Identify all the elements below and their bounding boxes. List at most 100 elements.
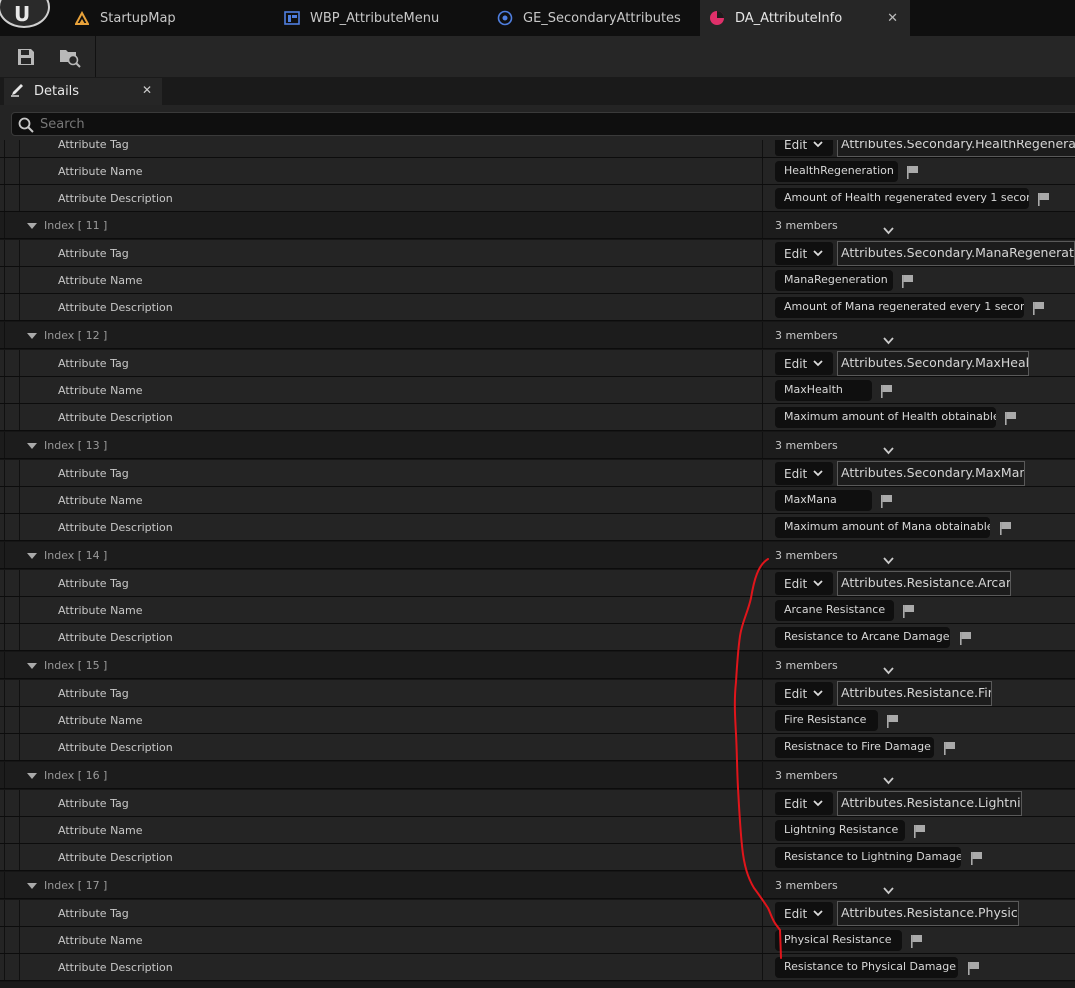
localization-flag-icon[interactable]	[999, 520, 1012, 539]
expand-triangle-icon[interactable]	[27, 883, 37, 889]
attribute-name-input[interactable]: HealthRegeneration	[775, 161, 898, 182]
property-row-attribute-tag: Attribute Tag Edit Attributes.Secondary.…	[0, 350, 1075, 377]
attribute-name-input[interactable]: ManaRegeneration	[775, 270, 893, 291]
attribute-description-input[interactable]: Resistnace to Fire Damage	[775, 737, 934, 758]
tab-startup-map[interactable]: StartupMap	[60, 0, 275, 36]
localization-flag-icon[interactable]	[943, 740, 956, 759]
chevron-down-icon[interactable]	[883, 770, 894, 789]
chevron-down-icon	[813, 580, 823, 587]
localization-flag-icon[interactable]	[1032, 300, 1045, 319]
array-index-label: Index [ 11 ]	[44, 219, 108, 232]
property-label: Attribute Name	[58, 274, 143, 287]
edit-tag-button[interactable]: Edit	[775, 242, 833, 265]
search-input[interactable]	[11, 112, 1075, 136]
localization-flag-icon[interactable]	[910, 933, 923, 952]
gameplay-tag-value[interactable]: Attributes.Resistance.Lightning	[837, 791, 1022, 816]
localization-flag-icon[interactable]	[967, 960, 980, 979]
save-icon[interactable]	[12, 44, 40, 70]
array-element-header[interactable]: Index [ 16 ] 3 members	[0, 762, 1075, 789]
edit-tag-button[interactable]: Edit	[775, 682, 833, 705]
attribute-description-input[interactable]: Amount of Mana regenerated every 1 secon…	[775, 297, 1024, 318]
localization-flag-icon[interactable]	[880, 383, 893, 402]
asset-toolbar	[0, 36, 1075, 77]
gameplay-tag-value[interactable]: Attributes.Secondary.HealthRegeneration	[837, 140, 1075, 157]
expand-triangle-icon[interactable]	[27, 553, 37, 559]
array-element-header[interactable]: Index [ 11 ] 3 members	[0, 212, 1075, 239]
tab-da-attribute-info[interactable]: DA_AttributeInfo ✕	[700, 0, 910, 36]
tab-wbp-attribute-menu[interactable]: WBP_AttributeMenu	[272, 0, 487, 36]
details-tab[interactable]: Details ✕	[4, 78, 162, 105]
chevron-down-icon	[813, 141, 823, 148]
tab-ge-secondary-attributes[interactable]: GE_SecondaryAttributes	[485, 0, 700, 36]
property-row-attribute-description: Attribute Description Amount of Mana reg…	[0, 294, 1075, 321]
chevron-down-icon	[813, 470, 823, 477]
expand-triangle-icon[interactable]	[27, 443, 37, 449]
edit-tag-button[interactable]: Edit	[775, 352, 833, 375]
attribute-description-input[interactable]: Resistance to Arcane Damage	[775, 627, 950, 648]
attribute-name-input[interactable]: Fire Resistance	[775, 710, 878, 731]
chevron-down-icon[interactable]	[883, 550, 894, 569]
expand-triangle-icon[interactable]	[27, 223, 37, 229]
property-row-attribute-tag: Attribute Tag Edit Attributes.Resistance…	[0, 790, 1075, 817]
edit-tag-button[interactable]: Edit	[775, 140, 833, 156]
edit-tag-button[interactable]: Edit	[775, 572, 833, 595]
localization-flag-icon[interactable]	[886, 713, 899, 732]
chevron-down-icon[interactable]	[883, 440, 894, 459]
attribute-name-input[interactable]: MaxMana	[775, 490, 872, 511]
gameplay-tag-value[interactable]: Attributes.Resistance.Physical	[837, 901, 1019, 926]
localization-flag-icon[interactable]	[902, 603, 915, 622]
edit-label: Edit	[784, 246, 808, 261]
browse-asset-icon[interactable]	[56, 44, 84, 70]
property-label: Attribute Name	[58, 714, 143, 727]
gameplay-tag-value[interactable]: Attributes.Secondary.ManaRegeneration	[837, 241, 1075, 266]
attribute-name-input[interactable]: Physical Resistance	[775, 930, 902, 951]
gameplay-tag-value[interactable]: Attributes.Resistance.Fire	[837, 681, 992, 706]
array-index-label: Index [ 14 ]	[44, 549, 108, 562]
close-tab-icon[interactable]: ✕	[887, 11, 898, 26]
pencil-icon	[10, 83, 26, 101]
expand-triangle-icon[interactable]	[27, 663, 37, 669]
attribute-description-input[interactable]: Resistance to Lightning Damage	[775, 847, 961, 868]
chevron-down-icon[interactable]	[883, 880, 894, 899]
array-element-header[interactable]: Index [ 12 ] 3 members	[0, 322, 1075, 349]
chevron-down-icon	[813, 360, 823, 367]
edit-tag-button[interactable]: Edit	[775, 792, 833, 815]
unreal-engine-logo-icon[interactable]: U	[0, 0, 50, 28]
localization-flag-icon[interactable]	[970, 850, 983, 869]
array-element-header[interactable]: Index [ 14 ] 3 members	[0, 542, 1075, 569]
localization-flag-icon[interactable]	[913, 823, 926, 842]
edit-label: Edit	[784, 796, 808, 811]
chevron-down-icon	[813, 910, 823, 917]
property-label: Attribute Tag	[58, 797, 129, 810]
attribute-name-input[interactable]: Arcane Resistance	[775, 600, 894, 621]
array-element-header[interactable]: Index [ 15 ] 3 members	[0, 652, 1075, 679]
chevron-down-icon[interactable]	[883, 220, 894, 239]
localization-flag-icon[interactable]	[901, 273, 914, 292]
gameplay-tag-value[interactable]: Attributes.Secondary.MaxMana	[837, 461, 1025, 486]
details-search-bar	[0, 105, 1075, 140]
gameplay-tag-value[interactable]: Attributes.Resistance.Arcane	[837, 571, 1011, 596]
chevron-down-icon[interactable]	[883, 660, 894, 679]
attribute-description-input[interactable]: Maximum amount of Mana obtainable	[775, 517, 990, 538]
localization-flag-icon[interactable]	[880, 493, 893, 512]
attribute-description-input[interactable]: Amount of Health regenerated every 1 sec…	[775, 188, 1029, 209]
attribute-name-input[interactable]: MaxHealth	[775, 380, 872, 401]
array-element-header[interactable]: Index [ 17 ] 3 members	[0, 872, 1075, 899]
gameplay-tag-value[interactable]: Attributes.Secondary.MaxHealth	[837, 351, 1029, 376]
localization-flag-icon[interactable]	[1004, 410, 1017, 429]
expand-triangle-icon[interactable]	[27, 773, 37, 779]
expand-triangle-icon[interactable]	[27, 333, 37, 339]
array-element-header[interactable]: Index [ 13 ] 3 members	[0, 432, 1075, 459]
edit-tag-button[interactable]: Edit	[775, 462, 833, 485]
property-row-attribute-tag: Attribute Tag Edit Attributes.Secondary.…	[0, 140, 1075, 158]
localization-flag-icon[interactable]	[906, 164, 919, 183]
edit-tag-button[interactable]: Edit	[775, 902, 833, 925]
property-row-attribute-name: Attribute Name MaxHealth	[0, 377, 1075, 404]
attribute-description-input[interactable]: Maximum amount of Health obtainable	[775, 407, 996, 428]
localization-flag-icon[interactable]	[1037, 191, 1050, 210]
attribute-name-input[interactable]: Lightning Resistance	[775, 820, 905, 841]
attribute-description-input[interactable]: Resistance to Physical Damage	[775, 957, 958, 978]
localization-flag-icon[interactable]	[959, 630, 972, 649]
close-details-icon[interactable]: ✕	[142, 83, 152, 97]
chevron-down-icon[interactable]	[883, 330, 894, 349]
